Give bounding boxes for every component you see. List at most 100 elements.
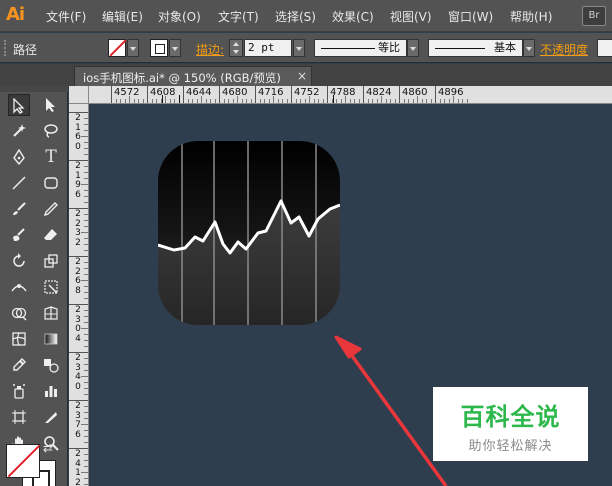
tools-panel-header[interactable] (0, 86, 68, 92)
menu-effect[interactable]: 效果(C) (332, 8, 374, 25)
ruler-minor-tick (84, 262, 88, 263)
width-tool-icon[interactable] (8, 276, 30, 298)
ruler-minor-tick (309, 96, 310, 103)
rotate-tool-icon[interactable] (8, 250, 30, 272)
free-transform-tool-icon[interactable] (40, 276, 62, 298)
panel-grip[interactable] (4, 40, 8, 56)
close-icon[interactable]: × (297, 69, 307, 83)
mesh-tool-icon[interactable] (8, 328, 30, 350)
menu-select[interactable]: 选择(S) (275, 8, 316, 25)
stroke-profile-select[interactable]: 等比 (314, 39, 407, 57)
gradient-tool-icon[interactable] (40, 328, 62, 350)
ruler-minor-tick (84, 358, 88, 359)
fill-color-swatch[interactable] (6, 444, 40, 478)
watermark-subtitle: 助你轻松解决 (468, 439, 553, 454)
lasso-tool-icon[interactable] (40, 120, 62, 142)
fill-dropdown-arrow[interactable] (127, 39, 139, 57)
ruler-minor-tick (84, 172, 88, 173)
ruler-minor-tick (84, 250, 88, 251)
blob-brush-tool-icon[interactable] (8, 224, 30, 246)
ruler-h-label: 4824 (366, 87, 392, 98)
perspective-grid-tool-icon[interactable] (40, 302, 62, 324)
opacity-field[interactable] (597, 39, 612, 57)
ruler-minor-tick (84, 148, 88, 149)
menu-window[interactable]: 窗口(W) (448, 8, 493, 25)
brush-definition-select[interactable]: 基本 (428, 39, 523, 57)
selection-tool-icon[interactable] (8, 94, 30, 116)
rounded-rectangle-tool-icon[interactable] (40, 172, 62, 194)
type-tool-icon[interactable]: T (40, 146, 62, 168)
ruler-v-label: 2340 (75, 353, 81, 392)
ruler-major-tick (327, 86, 328, 103)
ruler-minor-tick (430, 99, 432, 103)
menu-help[interactable]: 帮助(H) (510, 8, 552, 25)
ruler-minor-tick (133, 99, 135, 103)
ruler-minor-tick (241, 99, 243, 103)
paintbrush-tool-icon[interactable] (8, 198, 30, 220)
ruler-h-label: 4644 (186, 87, 212, 98)
pen-tool-icon[interactable] (8, 146, 30, 168)
menu-edit[interactable]: 编辑(E) (102, 8, 143, 25)
magic-wand-tool-icon[interactable] (8, 120, 30, 142)
eraser-tool-icon[interactable] (40, 224, 62, 246)
ruler-h-label: 4860 (402, 87, 428, 98)
ruler-minor-tick (354, 99, 355, 103)
brush-definition-dropdown-arrow[interactable] (523, 39, 535, 57)
opacity-label[interactable]: 不透明度 (540, 41, 588, 58)
symbol-sprayer-tool-icon[interactable] (8, 380, 30, 402)
stroke-profile-dropdown-arrow[interactable] (407, 39, 419, 57)
menu-file[interactable]: 文件(F) (46, 8, 86, 25)
ruler-minor-tick (81, 376, 88, 377)
line-segment-tool-icon[interactable] (8, 172, 30, 194)
stroke-label[interactable]: 描边: (196, 41, 224, 58)
ruler-minor-tick (84, 436, 88, 437)
ruler-minor-tick (84, 418, 88, 419)
blend-tool-icon[interactable] (40, 354, 62, 376)
shape-builder-tool-icon[interactable] (8, 302, 30, 324)
column-graph-tool-icon[interactable] (40, 380, 62, 402)
ruler-minor-tick (84, 430, 88, 431)
brush-definition-label: 基本 (494, 41, 516, 54)
stroke-weight-field[interactable]: 2 pt (244, 39, 292, 57)
ruler-minor-tick (84, 238, 88, 239)
bridge-button[interactable]: Br (582, 6, 606, 26)
ruler-v-label: 2196 (75, 161, 81, 200)
ruler-minor-tick (84, 454, 88, 455)
slice-tool-icon[interactable] (40, 406, 62, 428)
ruler-minor-tick (84, 292, 88, 293)
ruler-minor-tick (223, 99, 225, 103)
fill-none-swatch[interactable] (108, 39, 126, 57)
document-tab[interactable]: ios手机图标.ai* @ 150% (RGB/预览) × (74, 66, 312, 86)
ruler-minor-tick (466, 99, 468, 103)
ruler-minor-tick (115, 99, 117, 103)
menu-view[interactable]: 视图(V) (390, 8, 432, 25)
scale-tool-icon[interactable] (40, 250, 62, 272)
ruler-minor-tick (84, 268, 88, 269)
menu-object[interactable]: 对象(O) (158, 8, 201, 25)
ruler-major-tick (147, 86, 148, 103)
menu-type[interactable]: 文字(T) (218, 8, 259, 25)
ruler-minor-tick (84, 196, 88, 197)
direct-selection-tool-icon[interactable] (40, 94, 62, 116)
swap-fill-stroke-icon[interactable]: ⇄ (40, 440, 56, 456)
stroke-color-swatch[interactable] (150, 39, 168, 57)
stroke-dropdown-arrow[interactable] (169, 39, 181, 57)
ruler-minor-tick (300, 99, 301, 103)
stroke-weight-stepper[interactable] (229, 39, 243, 57)
ruler-minor-tick (286, 99, 288, 103)
ruler-major-tick (291, 86, 292, 103)
ruler-origin[interactable] (69, 86, 89, 104)
horizontal-ruler[interactable]: 4572 4608 4644 4680 4716 4752 4788 4824 4860 4896 (89, 86, 612, 104)
stroke-weight-dropdown-arrow[interactable] (293, 39, 305, 57)
ruler-minor-tick (376, 99, 378, 103)
eyedropper-tool-icon[interactable] (8, 354, 30, 376)
vertical-ruler[interactable]: 2160 2196 2232 2268 2304 2340 2376 2412 (69, 104, 89, 486)
ruler-minor-tick (84, 460, 88, 461)
ruler-minor-tick (84, 214, 88, 215)
ruler-minor-tick (84, 346, 88, 347)
pencil-tool-icon[interactable] (40, 198, 62, 220)
ruler-v-label: 2268 (75, 257, 81, 296)
ruler-minor-tick (174, 99, 175, 103)
artboard-tool-icon[interactable] (8, 406, 30, 428)
ruler-minor-tick (187, 99, 189, 103)
